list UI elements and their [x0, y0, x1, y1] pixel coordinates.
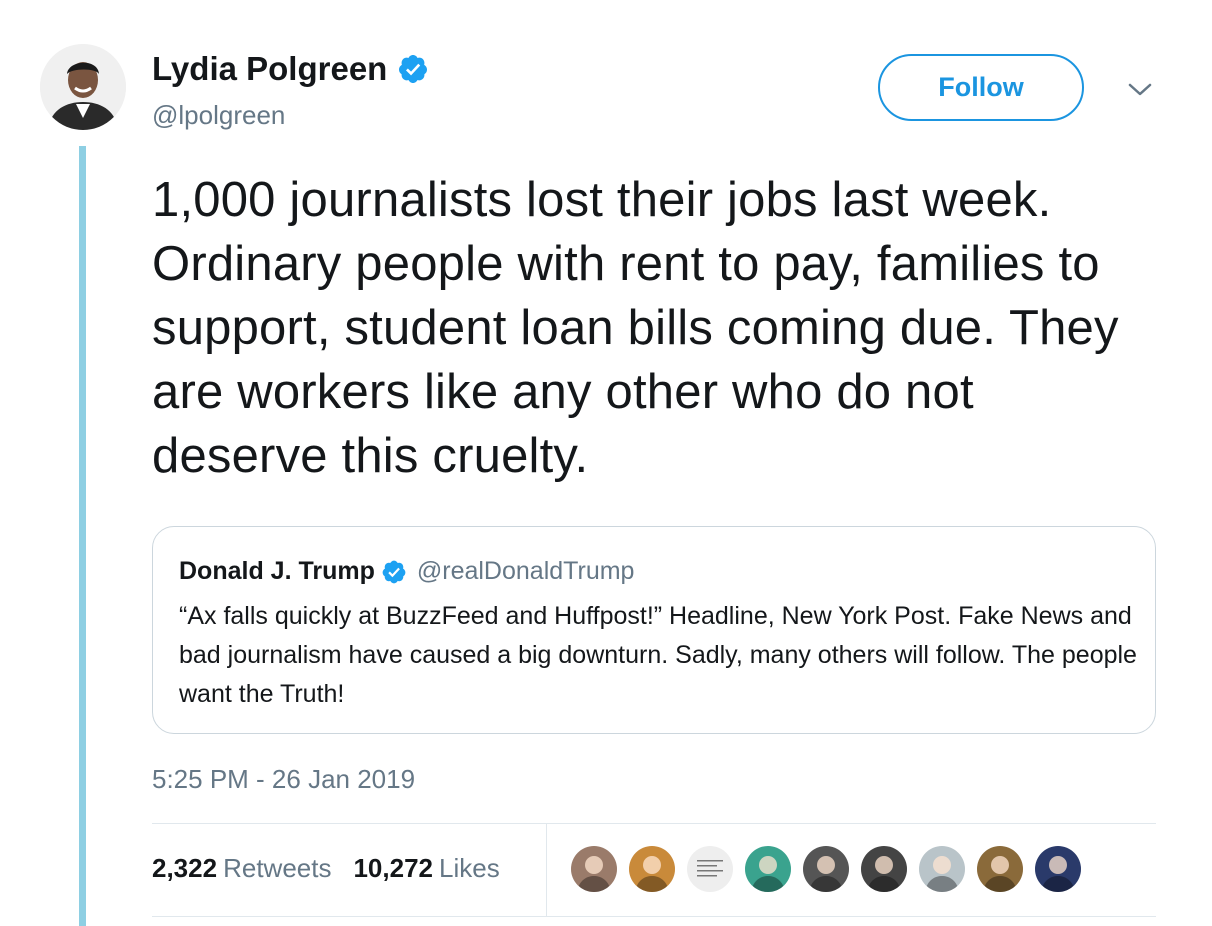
thread-line: [79, 146, 86, 926]
retweets-label: Retweets: [223, 853, 332, 883]
likes-count: 10,272: [353, 853, 433, 883]
quoted-tweet-text: “Ax falls quickly at BuzzFeed and Huffpo…: [179, 602, 1137, 708]
liker-avatar-7[interactable]: [919, 846, 965, 892]
author-name[interactable]: Lydia Polgreen: [152, 50, 429, 88]
quoted-tweet-card[interactable]: Donald J. Trump @realDonaldTrump “Ax fal…: [152, 526, 1156, 734]
liker-avatar-4[interactable]: [745, 846, 791, 892]
likes-label: Likes: [439, 853, 500, 883]
stats-divider-top: [152, 823, 1156, 824]
tweet-stats: 2,322 Retweets 10,272 Likes: [152, 853, 500, 884]
liker-avatar-5[interactable]: [803, 846, 849, 892]
likers-facepile: [571, 846, 1081, 892]
liker-avatar-2[interactable]: [629, 846, 675, 892]
follow-button[interactable]: Follow: [878, 54, 1084, 121]
tweet-text: 1,000 journalists lost their jobs last w…: [152, 173, 1119, 483]
liker-avatar-9[interactable]: [1035, 846, 1081, 892]
stats-divider-bottom: [152, 916, 1156, 917]
author-avatar[interactable]: [40, 44, 126, 130]
tweet-timestamp[interactable]: 5:25 PM - 26 Jan 2019: [152, 764, 415, 795]
quoted-tweet-author-handle: @realDonaldTrump: [416, 557, 635, 585]
quoted-tweet-header: Donald J. Trump @realDonaldTrump: [179, 557, 634, 586]
chevron-down-icon[interactable]: [1124, 79, 1156, 101]
verified-badge-icon: [399, 55, 428, 83]
retweets-count: 2,322: [152, 853, 218, 883]
quoted-tweet-author-name: Donald J. Trump: [179, 557, 375, 585]
verified-badge-icon: [382, 560, 406, 583]
liker-avatar-6[interactable]: [861, 846, 907, 892]
retweets-stat[interactable]: 2,322 Retweets: [152, 853, 331, 884]
author-name-label[interactable]: Lydia Polgreen: [152, 50, 387, 88]
stats-divider-vertical: [546, 824, 547, 916]
author-handle[interactable]: @lpolgreen: [152, 100, 285, 131]
liker-avatar-3[interactable]: [687, 846, 733, 892]
liker-avatar-8[interactable]: [977, 846, 1023, 892]
likes-stat[interactable]: 10,272 Likes: [353, 853, 499, 884]
liker-avatar-1[interactable]: [571, 846, 617, 892]
